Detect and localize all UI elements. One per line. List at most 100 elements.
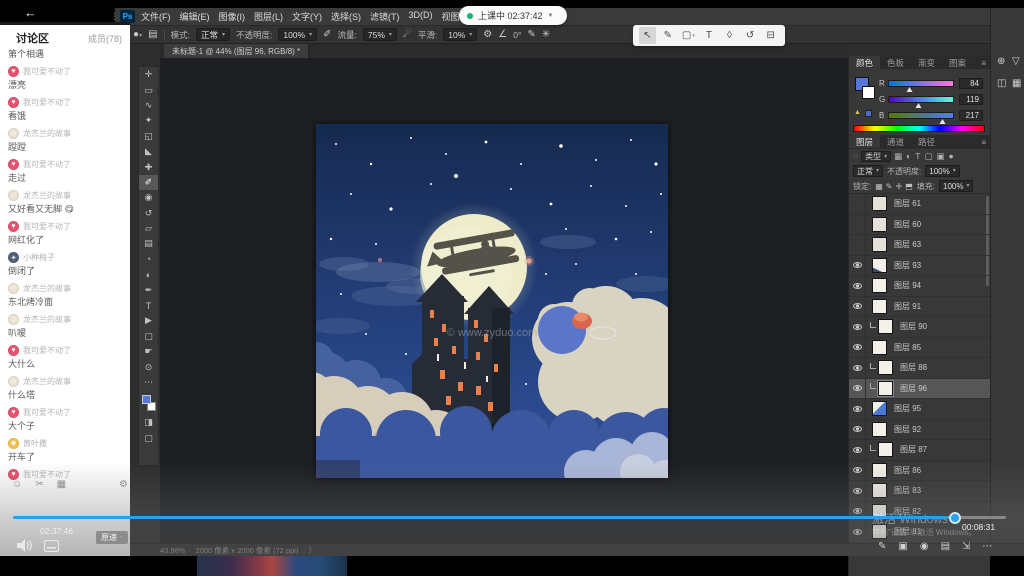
lock-transparent-icon[interactable]: ▦ <box>875 182 883 191</box>
gradient-tool[interactable]: ▤ <box>139 236 158 251</box>
visibility-toggle[interactable] <box>849 522 866 542</box>
foreground-color-swatch[interactable] <box>142 395 151 404</box>
slider-thumb[interactable] <box>915 103 921 108</box>
menu-item[interactable]: 选择(S) <box>331 10 361 23</box>
sidebar-more-icon[interactable]: ⋮ <box>110 11 119 22</box>
slider-thumb[interactable] <box>907 87 913 92</box>
filter-type-icon[interactable]: T <box>915 151 920 162</box>
visibility-toggle[interactable] <box>849 276 866 296</box>
channel-slider[interactable] <box>888 96 954 103</box>
layer-row[interactable]: 图层 87 <box>849 440 990 461</box>
visibility-toggle[interactable] <box>849 440 866 460</box>
smoothing-select[interactable]: 10%▾ <box>443 28 477 41</box>
menu-item[interactable]: 滤镜(T) <box>370 10 400 23</box>
channel-value[interactable]: 217 <box>959 110 983 121</box>
brush-tool[interactable]: ✐ <box>139 175 158 190</box>
visibility-toggle[interactable] <box>849 194 866 214</box>
filter-toggle-icon[interactable]: ● <box>949 151 954 162</box>
lasso-tool[interactable]: ∿ <box>139 98 158 113</box>
blur-tool[interactable]: ◔ <box>139 252 158 267</box>
status-chevron-icon[interactable]: 〉 <box>308 545 316 556</box>
gamut-warning-icon[interactable]: ▲ <box>854 109 861 116</box>
healing-brush-tool[interactable]: ✚ <box>139 159 158 174</box>
quick-mask-icon[interactable]: ◨ <box>139 415 158 430</box>
image-icon[interactable]: ▦ <box>57 479 66 490</box>
eraser-tool[interactable]: ▱ <box>139 221 158 236</box>
more-icon[interactable]: ⋯ <box>982 541 992 552</box>
visibility-toggle[interactable] <box>849 235 866 255</box>
screen-mode-icon[interactable]: ▢ <box>139 431 158 446</box>
slider-thumb[interactable] <box>940 119 946 124</box>
menu-item[interactable]: 图层(L) <box>254 10 283 23</box>
history-icon[interactable]: ▦ <box>1012 78 1021 89</box>
type-tool[interactable]: T <box>139 298 158 313</box>
size-pressure-icon[interactable]: ✎ <box>527 29 535 40</box>
marquee-tool[interactable]: ▭ <box>139 82 158 97</box>
canvas-artwork[interactable]: © www.zyduo.com <box>316 124 668 478</box>
undo-icon[interactable]: ↺ <box>742 27 759 44</box>
playback-speed-button[interactable]: 原速 ▾ <box>96 531 128 544</box>
filter-pixel-icon[interactable]: ▦ <box>894 151 902 162</box>
move-tool[interactable]: ✛ <box>139 67 158 82</box>
layer-row[interactable]: 图层 88 <box>849 358 990 379</box>
pen-tool[interactable]: ✒ <box>139 282 158 297</box>
fullscreen-icon[interactable]: ⇲ <box>962 541 970 552</box>
visibility-toggle[interactable] <box>849 358 866 378</box>
eraser-icon[interactable]: ◊ <box>721 27 738 44</box>
menu-item[interactable]: 文字(Y) <box>292 10 322 23</box>
tab-members[interactable]: 成员(78) <box>88 32 122 45</box>
layer-row[interactable]: 图层 95 <box>849 399 990 420</box>
eyedropper-tool[interactable]: ◣ <box>139 144 158 159</box>
visibility-toggle[interactable] <box>849 215 866 235</box>
chat-message-list[interactable]: 第个相遇♥我可爱不动了漂亮♥我可爱不动了看饿☺龙杰兰的故事蹚蹚♥我可爱不动了走过… <box>0 49 128 481</box>
menu-item[interactable]: 编辑(E) <box>180 10 210 23</box>
tab-discussion[interactable]: 讨论区 <box>16 30 49 46</box>
color-tab-颜色[interactable]: 颜色 <box>849 56 880 69</box>
visibility-toggle[interactable] <box>849 481 866 501</box>
crop-tool[interactable]: ◱ <box>139 129 158 144</box>
smoothing-gear-icon[interactable]: ⚙ <box>483 29 492 40</box>
zoom-level[interactable]: 43.98% <box>160 546 185 555</box>
export-icon[interactable]: ◫ <box>997 78 1006 89</box>
progress-bar-track[interactable] <box>13 516 1006 519</box>
visibility-toggle[interactable] <box>849 317 866 337</box>
document-tab[interactable]: 未标题-1 @ 44% (图层 96, RGB/8) * <box>164 44 309 58</box>
clone-stamp-tool[interactable]: ◉ <box>139 190 158 205</box>
menu-item[interactable]: 文件(F) <box>141 10 171 23</box>
layer-row[interactable]: 图层 94 <box>849 276 990 297</box>
record-icon[interactable]: ◉ <box>920 541 929 552</box>
color-tab-图案[interactable]: 图案 <box>942 56 973 69</box>
panel-icon[interactable]: ▤ <box>941 541 950 552</box>
pen-icon[interactable]: ✎ <box>659 27 676 44</box>
cursor-icon[interactable]: ↖ <box>639 27 656 44</box>
visibility-toggle[interactable] <box>849 461 866 481</box>
menu-item[interactable]: 3D(D) <box>409 10 433 23</box>
filter-smart-icon[interactable]: ▣ <box>936 151 944 162</box>
visibility-toggle[interactable] <box>849 297 866 317</box>
layer-row[interactable]: 图层 91 <box>849 297 990 318</box>
layers-opacity-select[interactable]: 100%▾ <box>925 165 959 177</box>
opacity-select[interactable]: 100%▾ <box>278 28 317 41</box>
emoji-icon[interactable]: ☺ <box>12 479 22 490</box>
annotate-pen-icon[interactable]: ✎ <box>878 541 886 552</box>
quick-select-tool[interactable]: ✦ <box>139 113 158 128</box>
blend-mode-select[interactable]: 正常▾ <box>853 165 883 177</box>
class-status-pill[interactable]: 上课中 02:37:42 ▼ <box>459 6 567 25</box>
volume-icon[interactable] <box>17 539 34 552</box>
layer-row[interactable]: 图层 83 <box>849 481 990 502</box>
mode-select[interactable]: 正常▾ <box>196 28 230 41</box>
brush-panel-icon[interactable]: ▤ <box>148 29 157 40</box>
settings-gear-icon[interactable]: ⚙ <box>119 479 128 490</box>
menu-item[interactable]: 图像(I) <box>219 10 246 23</box>
path-select-tool[interactable]: ▶ <box>139 313 158 328</box>
hand-tool[interactable]: ☛ <box>139 344 158 359</box>
web-color-icon[interactable] <box>865 110 872 117</box>
panel-menu-icon[interactable]: ≡ <box>981 59 986 68</box>
layers-tab-通道[interactable]: 通道 <box>880 135 911 148</box>
lock-pixels-icon[interactable]: ✎ <box>886 182 893 191</box>
layer-row[interactable]: 图层 85 <box>849 338 990 359</box>
kind-select[interactable]: 类型▾ <box>861 151 891 162</box>
progress-thumb[interactable] <box>949 512 961 524</box>
subtitle-icon[interactable] <box>44 540 59 552</box>
channel-value[interactable]: 84 <box>959 78 983 89</box>
